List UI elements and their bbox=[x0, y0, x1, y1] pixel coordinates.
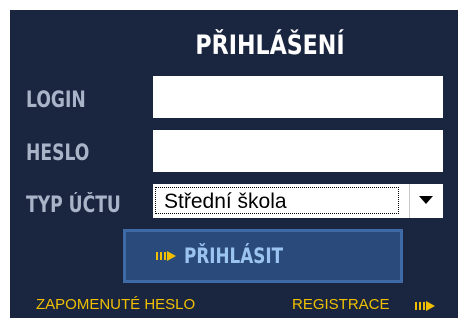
dropdown-button[interactable] bbox=[409, 184, 443, 218]
account-type-select[interactable]: Střední škola bbox=[153, 184, 443, 218]
login-title: PŘIHLÁŠENÍ bbox=[195, 30, 345, 61]
login-button-label: PŘIHLÁSIT bbox=[184, 244, 284, 268]
forgot-password-link[interactable]: ZAPOMENUTÉ HESLO bbox=[36, 296, 195, 313]
login-label: LOGIN bbox=[26, 88, 86, 113]
account-type-label: TYP ÚČTU bbox=[26, 193, 121, 218]
account-type-focus-ring: Střední škola bbox=[155, 187, 399, 214]
register-link[interactable]: REGISTRACE bbox=[292, 296, 390, 313]
password-label: HESLO bbox=[26, 141, 90, 166]
login-panel: PŘIHLÁŠENÍ LOGIN HESLO TYP ÚČTU Střední … bbox=[10, 10, 458, 318]
arrow-right-icon bbox=[156, 251, 176, 261]
login-input[interactable] bbox=[153, 76, 443, 118]
arrow-right-icon bbox=[415, 301, 435, 311]
password-input[interactable] bbox=[153, 130, 443, 172]
chevron-down-icon bbox=[419, 196, 433, 204]
login-button[interactable]: PŘIHLÁSIT bbox=[123, 229, 403, 283]
account-type-value: Střední škola bbox=[164, 190, 287, 213]
